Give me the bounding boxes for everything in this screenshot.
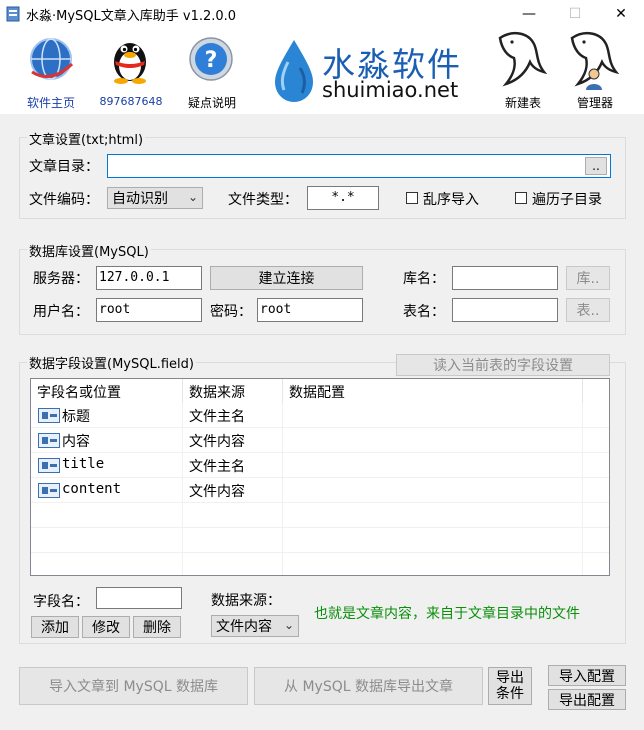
toolbar: 软件主页 897687648 ? 疑点说明 水淼软件 shuimiao.net (0, 28, 644, 114)
username-label: 用户名： (33, 304, 89, 320)
select-table-button[interactable]: 表.. (566, 298, 610, 322)
mysql-dolphin-icon (498, 31, 548, 87)
field-source-cell: 文件内容 (189, 434, 245, 450)
field-name-cell: content (62, 481, 122, 497)
dbname-label: 库名： (403, 271, 445, 287)
traverse-subdir-label: 遍历子目录 (532, 192, 602, 208)
field-name-label: 字段名： (33, 594, 89, 610)
article-settings-title: 文章设置(txt;html) (27, 129, 146, 148)
home-label: 软件主页 (26, 96, 75, 110)
column-header-field[interactable]: 字段名或位置 (31, 379, 183, 403)
server-input[interactable]: 127.0.0.1 (96, 266, 202, 290)
column-header-source[interactable]: 数据来源 (183, 379, 283, 403)
svg-text:?: ? (205, 48, 218, 73)
chevron-down-icon: ⌄ (283, 618, 294, 632)
password-input[interactable]: root (257, 298, 363, 322)
help-tool[interactable]: ? 疑点说明 (180, 34, 244, 110)
export-cond-line2: 条件 (496, 686, 524, 702)
data-source-value: 文件内容 (216, 619, 272, 635)
qq-number: 897687648 (99, 95, 163, 108)
import-config-button[interactable]: 导入配置 (548, 665, 626, 686)
field-name-cell: title (62, 456, 105, 472)
title-bar: 水淼·MySQL文章入库助手 v1.2.0.0 — ☐ ✕ (0, 0, 644, 28)
new-table-label: 新建表 (504, 96, 541, 110)
brand-url: shuimiao.net (322, 78, 459, 102)
table-row[interactable]: 标题 文件主名 (31, 403, 609, 428)
database-settings-group (19, 249, 626, 335)
file-type-input[interactable]: *.* (307, 186, 379, 210)
import-articles-button[interactable]: 导入文章到 MySQL 数据库 (19, 667, 248, 705)
help-label: 疑点说明 (187, 96, 236, 110)
export-articles-button[interactable]: 从 MySQL 数据库导出文章 (254, 667, 483, 705)
table-row[interactable]: content 文件内容 (31, 478, 609, 503)
encoding-label: 文件编码： (29, 192, 99, 208)
field-source-cell: 文件内容 (189, 484, 245, 500)
article-dir-label: 文章目录： (29, 159, 99, 175)
window-title: 水淼·MySQL文章入库助手 v1.2.0.0 (26, 9, 237, 24)
dbname-input[interactable] (452, 266, 558, 290)
table-row[interactable]: title 文件主名 (31, 453, 609, 478)
encoding-value: 自动识别 (112, 191, 168, 207)
field-name-cell: 内容 (62, 434, 90, 450)
field-name-cell: 标题 (62, 409, 90, 425)
random-import-checkbox[interactable] (406, 192, 418, 204)
select-db-button[interactable]: 库.. (566, 266, 610, 290)
home-tool[interactable]: 软件主页 (18, 34, 82, 110)
empty-row (31, 503, 609, 528)
app-icon (6, 6, 20, 22)
manager-tool[interactable]: 管理器 (562, 28, 628, 112)
empty-row (31, 528, 609, 553)
fields-listview[interactable]: 字段名或位置 数据来源 数据配置 标题 文件主名 内容 文件内容 title 文… (30, 378, 610, 576)
data-source-label: 数据来源： (211, 593, 281, 609)
username-input[interactable]: root (96, 298, 202, 322)
table-name-label: 表名： (403, 304, 445, 320)
close-button[interactable]: ✕ (598, 0, 644, 28)
edit-field-button[interactable]: 修改 (82, 616, 130, 638)
table-row[interactable]: 内容 文件内容 (31, 428, 609, 453)
maximize-button[interactable]: ☐ (552, 0, 598, 28)
file-type-label: 文件类型： (228, 192, 298, 208)
field-row-icon (38, 433, 60, 448)
data-source-select[interactable]: 文件内容 ⌄ (211, 615, 299, 637)
export-cond-line1: 导出 (496, 670, 524, 686)
table-name-input[interactable] (452, 298, 558, 322)
export-conditions-button[interactable]: 导出 条件 (488, 667, 532, 705)
help-question-icon: ? (189, 37, 233, 81)
minimize-button[interactable]: — (506, 0, 552, 28)
field-source-cell: 文件主名 (189, 409, 245, 425)
data-source-hint: 也就是文章内容，来自于文章目录中的文件 (314, 606, 580, 622)
new-table-tool[interactable]: 新建表 (490, 28, 556, 112)
traverse-subdir-checkbox[interactable] (515, 192, 527, 204)
random-import-label: 乱序导入 (423, 192, 479, 208)
connect-button[interactable]: 建立连接 (210, 266, 363, 290)
read-table-fields-button[interactable]: 读入当前表的字段设置 (396, 354, 610, 376)
manager-label: 管理器 (576, 96, 613, 110)
encoding-select[interactable]: 自动识别 ⌄ (107, 187, 203, 209)
add-field-button[interactable]: 添加 (31, 616, 79, 638)
field-row-icon (38, 408, 60, 423)
field-row-icon (38, 458, 60, 473)
password-label: 密码： (210, 304, 252, 320)
field-name-input[interactable] (96, 587, 182, 609)
article-dir-input[interactable] (107, 154, 611, 178)
qq-tool[interactable]: 897687648 (96, 34, 166, 110)
delete-field-button[interactable]: 删除 (133, 616, 181, 638)
fields-settings-title: 数据字段设置(MySQL.field) (27, 353, 196, 372)
field-row-icon (38, 483, 60, 498)
column-header-config[interactable]: 数据配置 (283, 379, 583, 403)
browse-dir-button[interactable]: .. (585, 157, 607, 175)
database-settings-title: 数据库设置(MySQL) (27, 241, 151, 260)
export-config-button[interactable]: 导出配置 (548, 689, 626, 710)
qq-penguin-icon (114, 43, 146, 84)
globe-icon (30, 38, 74, 80)
field-source-cell: 文件主名 (189, 459, 245, 475)
chevron-down-icon: ⌄ (187, 190, 198, 204)
water-drop-logo-icon (275, 40, 313, 102)
server-label: 服务器： (33, 271, 89, 287)
mysql-manager-icon (570, 31, 620, 90)
